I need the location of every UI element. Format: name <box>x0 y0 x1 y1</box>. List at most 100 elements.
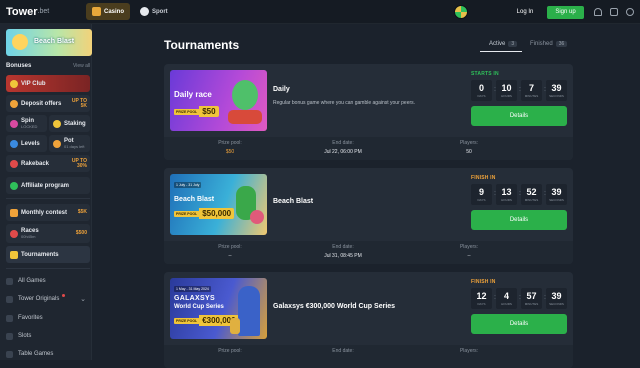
tower-icon <box>6 295 13 303</box>
divider <box>6 268 90 269</box>
rakeback-icon <box>10 159 18 168</box>
signup-button[interactable]: Sign up <box>547 6 584 19</box>
countdown-minutes: 57 MINUTES <box>521 288 542 309</box>
end-date-label: End date: <box>332 244 354 250</box>
filter-tab-finished[interactable]: Finished 36 <box>530 41 568 47</box>
countdown-minutes: 52 MINUTES <box>521 184 542 205</box>
countdown-days: 9 DAYS <box>471 184 492 205</box>
sidebar-item-table-games[interactable]: Table Games <box>6 347 53 361</box>
countdown-minutes: 7 MINUTES <box>521 80 542 101</box>
tournament-description: Regular bonus game where you can gamble … <box>273 100 416 106</box>
countdown-unit: MINUTES <box>524 94 539 98</box>
banner-brand: GALAXSYS <box>174 295 215 302</box>
banner-title: World Cup Series <box>174 304 224 310</box>
logo[interactable]: Tower .bet <box>6 6 86 18</box>
sidebar-item-label: All Games <box>18 278 46 284</box>
races-badge: $500 <box>75 230 87 236</box>
tournament-footer: Prize pool: $50 End date: Jul 22, 06:00 … <box>164 137 573 160</box>
sidebar-promo-banner[interactable]: Beach Blast <box>6 29 92 56</box>
active-tab-underline <box>480 51 522 52</box>
sidebar: Beach Blast Bonuses View all VIP Club De… <box>0 24 92 360</box>
pot-icon <box>53 139 61 148</box>
sidebar-item-tournaments[interactable]: Tournaments <box>6 246 90 263</box>
search-icon[interactable] <box>626 8 634 16</box>
tab-casino[interactable]: Casino <box>86 3 131 20</box>
players-label: Players: <box>459 244 479 250</box>
sidebar-item-spin[interactable]: Spin LOCKED <box>6 115 47 132</box>
sidebar-item-label: Staking <box>64 120 86 127</box>
bell-icon[interactable] <box>594 8 602 16</box>
login-button[interactable]: Log In <box>509 6 541 19</box>
sidebar-item-tower-originals[interactable]: Tower Originals ⌄ <box>6 292 86 306</box>
coins-icon <box>10 99 18 108</box>
view-all-link[interactable]: View all <box>73 63 90 69</box>
trophy-icon <box>230 318 240 334</box>
sidebar-item-label: Affiliate program <box>21 182 70 189</box>
races-text: Races 00h45m <box>21 228 39 239</box>
countdown-value: 7 <box>528 83 534 93</box>
banner-pool-label: PRIZE POOL <box>174 210 200 217</box>
sidebar-item-vip[interactable]: VIP Club <box>6 75 90 92</box>
divider <box>6 198 90 199</box>
page-title: Tournaments <box>164 38 240 52</box>
sidebar-item-all-games[interactable]: All Games <box>6 274 46 288</box>
chevron-down-icon[interactable]: ⌄ <box>80 295 86 303</box>
countdown-unit: MINUTES <box>524 198 539 202</box>
prize-pool-label: Prize pool: <box>218 244 242 250</box>
countdown-value: 12 <box>476 291 487 301</box>
fortune-wheel-icon[interactable] <box>454 5 468 19</box>
sidebar-item-favorites[interactable]: Favorites <box>6 311 43 325</box>
filter-tab-label: Active <box>489 41 506 47</box>
countdown-value: 10 <box>501 83 512 93</box>
sidebar-item-label: Levels <box>21 140 40 147</box>
status-label: FINISH IN <box>471 175 496 181</box>
players-label: Players: <box>459 140 479 146</box>
sidebar-item-staking[interactable]: Staking <box>49 115 90 132</box>
countdown-seconds: 39 SECONDS <box>546 184 567 205</box>
soccer-ball-icon <box>140 7 150 16</box>
details-button[interactable]: Details <box>471 210 567 230</box>
details-button[interactable]: Details <box>471 106 567 126</box>
sidebar-item-label: VIP Club <box>21 80 46 87</box>
players-value: -- <box>467 253 471 259</box>
sidebar-item-levels[interactable]: Levels <box>6 135 47 152</box>
zombie-mascot-icon <box>232 80 258 110</box>
tournament-card: 1 July - 31 July Beach Blast PRIZE POOL $… <box>164 168 573 264</box>
tournament-banner[interactable]: 1 July - 31 July Beach Blast PRIZE POOL $… <box>170 174 267 235</box>
banner-prize-pool: PRIZE POOL $50,000 <box>174 208 235 219</box>
sidebar-item-label: Favorites <box>18 315 43 321</box>
tournament-banner[interactable]: Daily race PRIZE POOL $50 <box>170 70 267 131</box>
sidebar-item-affiliate[interactable]: Affiliate program <box>6 177 90 194</box>
tab-sport[interactable]: Sport <box>134 3 174 20</box>
countdown-unit: HOURS <box>501 198 512 202</box>
sidebar-item-races[interactable]: Races 00h45m $500 <box>6 224 90 243</box>
sidebar-item-monthly-contest[interactable]: Monthly contest $5K <box>6 204 90 221</box>
banner-date: 1 July - 31 July <box>174 182 202 188</box>
countdown-hours: 4 HOURS <box>496 288 517 309</box>
tournament-card: 1 May - 31 May 2024 GALAXSYS World Cup S… <box>164 272 573 368</box>
trophy-icon <box>10 250 18 259</box>
banner-pool-value: $50 <box>199 106 219 117</box>
pot-text: Pot 01 days left <box>64 138 84 149</box>
race-flag-icon <box>10 229 18 238</box>
filter-tab-active[interactable]: Active 3 <box>489 41 518 47</box>
sidebar-item-deposit-offers[interactable]: Deposit offers UP TO 5K <box>6 95 90 112</box>
sidebar-item-label: Table Games <box>18 351 54 357</box>
sidebar-item-slots[interactable]: Slots <box>6 329 31 343</box>
details-button[interactable]: Details <box>471 314 567 334</box>
countdown-seconds: 39 SECONDS <box>546 288 567 309</box>
chat-icon[interactable] <box>610 8 618 16</box>
affiliate-icon <box>10 181 18 190</box>
countdown-unit: HOURS <box>501 302 512 306</box>
tournament-banner[interactable]: 1 May - 31 May 2024 GALAXSYS World Cup S… <box>170 278 267 339</box>
sidebar-item-label: Monthly contest <box>21 209 67 216</box>
sidebar-item-rakeback[interactable]: Rakeback UP TO 30% <box>6 155 90 172</box>
cards-icon <box>6 350 13 358</box>
sidebar-item-pot[interactable]: Pot 01 days left <box>49 135 90 152</box>
banner-pool-label: PRIZE POOL <box>174 317 200 324</box>
status-label: FINISH IN <box>471 279 496 285</box>
countdown-unit: DAYS <box>477 198 486 202</box>
end-date-value: Jul 31, 08:45 PM <box>324 253 362 259</box>
football-player-icon <box>238 286 260 336</box>
new-dot-icon <box>62 294 65 297</box>
